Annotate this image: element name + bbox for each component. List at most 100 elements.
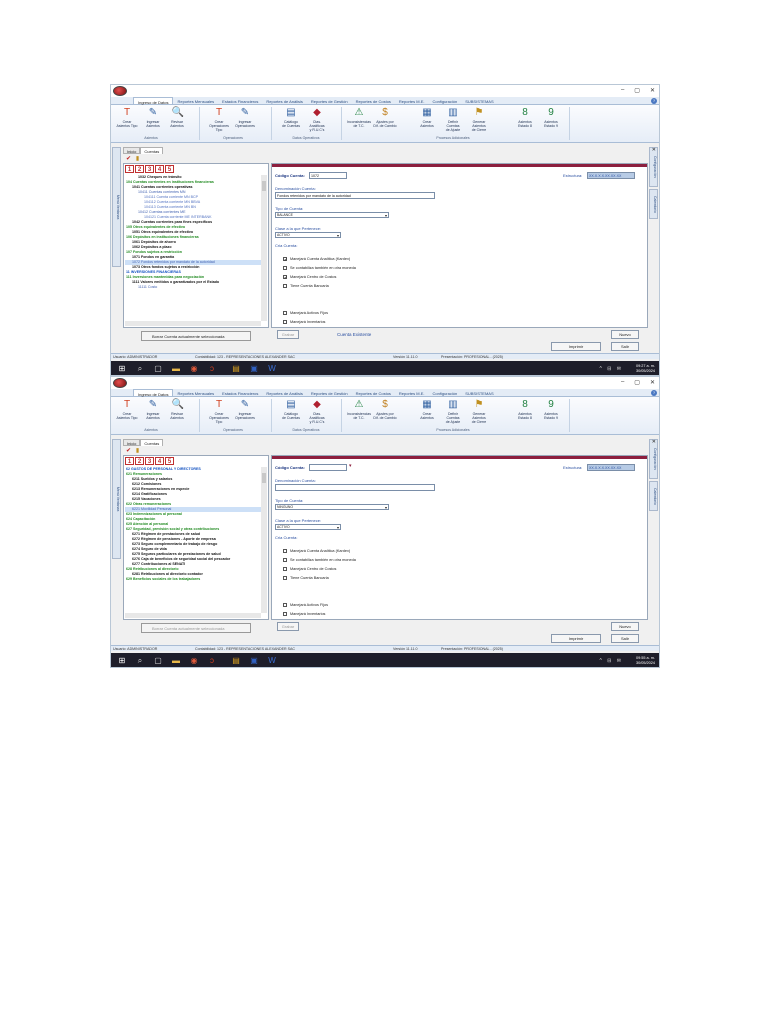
level-tab[interactable]: 1 — [125, 457, 134, 465]
option-checkbox[interactable]: Manejará Activos Fijos — [283, 603, 328, 607]
ribbon-button[interactable]: $ Ajustes por Dif. de Cambio — [373, 107, 397, 128]
dropdown-arrow-icon[interactable]: ▾ — [349, 463, 352, 469]
doc-tab[interactable]: Cuentas — [140, 439, 164, 446]
scroll-thumb[interactable] — [262, 181, 266, 191]
ribbon-button[interactable]: ⚠ Inconsistencias de T.C. — [347, 399, 371, 420]
print-button[interactable]: Imprimir — [551, 634, 601, 643]
ribbon-button[interactable]: ⚑ Generar Asientos de Cierre — [467, 107, 491, 132]
help-icon[interactable]: ? — [651, 98, 657, 104]
level-tab[interactable]: 5 — [165, 457, 174, 465]
menu-tab[interactable]: Reportes Mensuales — [173, 389, 218, 396]
tree-hscrollbar[interactable] — [125, 321, 261, 326]
ribbon-button[interactable]: ▤ Catálogo de Cuentas — [279, 399, 303, 420]
check-icon[interactable]: ✔ — [125, 156, 132, 163]
side-panel-calendar[interactable]: Calendario — [649, 189, 658, 219]
menu-tab[interactable]: Ingreso de Datos — [133, 389, 174, 397]
scroll-thumb[interactable] — [262, 473, 266, 483]
ribbon-button[interactable]: T Crear Asientos Tipo — [115, 107, 139, 128]
chrome-icon[interactable]: ◉ — [189, 364, 199, 374]
exit-button[interactable]: Salir — [611, 342, 639, 351]
side-panel-menu[interactable]: Menú Ventanas — [112, 439, 121, 559]
app-taskbar-icon[interactable]: ↄ — [207, 656, 217, 666]
account-class-select[interactable]: ACTIVO — [275, 524, 341, 530]
doc-tab[interactable]: Cuentas — [140, 147, 164, 154]
ribbon-button[interactable]: ✎ Ingresar Operaciones — [233, 399, 257, 420]
ribbon-button[interactable]: ✎ Ingresar Operaciones — [233, 107, 257, 128]
checkbox-box[interactable]: ✔ — [283, 257, 287, 262]
ribbon-button[interactable]: 8 Asientos Estado 8 — [513, 399, 537, 420]
side-panel-menu[interactable]: Menú Ventanas — [112, 147, 121, 267]
file-explorer-icon[interactable]: ▬ — [171, 364, 181, 374]
close-doc-icon[interactable]: ✕ — [652, 147, 656, 153]
option-checkbox[interactable]: Se contabiliza también en otra moneda — [283, 558, 356, 562]
minimize-button[interactable]: – — [621, 379, 624, 386]
level-tab[interactable]: 3 — [145, 165, 154, 173]
help-icon[interactable]: ? — [651, 390, 657, 396]
level-tab[interactable]: 4 — [155, 457, 164, 465]
ribbon-button[interactable]: ▤ Catálogo de Cuentas — [279, 107, 303, 128]
account-name-input[interactable] — [275, 484, 435, 491]
print-button[interactable]: Imprimir — [551, 342, 601, 351]
checkbox-box[interactable] — [283, 567, 287, 571]
tree-item[interactable]: 11111 Costo — [125, 285, 261, 290]
side-panel-config[interactable]: Configuración — [649, 439, 658, 479]
close-doc-icon[interactable]: ✕ — [652, 439, 656, 445]
ribbon-button[interactable]: T Crear Operaciones Tipo — [207, 399, 231, 424]
maximize-button[interactable]: ▢ — [634, 379, 640, 386]
delete-account-button[interactable]: Borrar Cuenta actualmente seleccionada — [141, 331, 251, 341]
close-button[interactable]: ✕ — [650, 379, 655, 386]
ribbon-button[interactable]: ⚑ Generar Asientos de Cierre — [467, 399, 491, 424]
account-class-select[interactable]: ACTIVO — [275, 232, 341, 238]
start-icon[interactable]: ⊞ — [117, 656, 127, 666]
checkbox-box[interactable] — [283, 320, 287, 324]
ribbon-button[interactable]: T Crear Asientos Tipo — [115, 399, 139, 420]
tree-scrollbar[interactable] — [261, 175, 267, 321]
level-tab[interactable]: 4 — [155, 165, 164, 173]
level-tab[interactable]: 2 — [135, 457, 144, 465]
word-icon[interactable]: W — [267, 364, 277, 374]
search-icon[interactable]: ⌕ — [135, 364, 145, 374]
menu-tab[interactable]: Reportes de Gestión — [307, 97, 352, 104]
tree-item[interactable]: 629 Beneficios sociales de los trabajado… — [125, 577, 261, 582]
checkbox-box[interactable] — [283, 311, 287, 315]
ribbon-button[interactable]: ▦ Crear Asientos — [415, 399, 439, 420]
checkbox-box[interactable]: ✔ — [283, 275, 287, 280]
ribbon-button[interactable]: ✎ Ingresar Asientos — [141, 399, 165, 420]
ribbon-button[interactable]: 🔍 Revisar Asientos — [165, 107, 189, 128]
system-tray-icons[interactable]: ^ ⊟ ✉ — [599, 658, 623, 664]
doc-tab[interactable]: Inicio — [123, 147, 141, 154]
system-tray-icons[interactable]: ^ ⊟ ✉ — [599, 366, 623, 372]
menu-tab[interactable]: Reportes Mensuales — [173, 97, 218, 104]
app2-taskbar-icon[interactable]: ▣ — [249, 656, 259, 666]
excel-icon[interactable]: ▤ — [231, 364, 241, 374]
ribbon-button[interactable]: T Crear Operaciones Tipo — [207, 107, 231, 132]
level-tab[interactable]: 1 — [125, 165, 134, 173]
ribbon-button[interactable]: 9 Asientos Estado 9 — [539, 399, 563, 420]
level-tab[interactable]: 2 — [135, 165, 144, 173]
excel-icon[interactable]: ▤ — [231, 656, 241, 666]
tree-hscrollbar[interactable] — [125, 613, 261, 618]
option-checkbox[interactable]: ✔ Manejará Cuenta Analítica (Kardex) — [283, 257, 350, 262]
delete-account-button[interactable]: Borrar Cuenta actualmente seleccionada — [141, 623, 251, 633]
word-icon[interactable]: W — [267, 656, 277, 666]
menu-tab[interactable]: Reportes de Costos — [352, 389, 395, 396]
account-name-input[interactable]: Fondos retenidos por mandato de la autor… — [275, 192, 435, 199]
checkbox-box[interactable] — [283, 284, 287, 288]
tree-scrollbar[interactable] — [261, 467, 267, 613]
side-panel-config[interactable]: Configuración — [649, 147, 658, 187]
menu-tab[interactable]: Reportes M.E. — [395, 97, 429, 104]
document-icon[interactable]: ▮ — [134, 448, 141, 455]
level-tab[interactable]: 5 — [165, 165, 174, 173]
option-checkbox[interactable]: Manejará Centro de Costos — [283, 567, 336, 571]
ribbon-button[interactable]: $ Ajustes por Dif. de Cambio — [373, 399, 397, 420]
ribbon-button[interactable]: 🔍 Revisar Asientos — [165, 399, 189, 420]
menu-tab[interactable]: Estados Financieros — [218, 389, 262, 396]
minimize-button[interactable]: – — [621, 87, 624, 94]
checkbox-box[interactable] — [283, 576, 287, 580]
ribbon-button[interactable]: 8 Asientos Estado 8 — [513, 107, 537, 128]
menu-tab[interactable]: Reportes de Análisis — [262, 389, 306, 396]
app2-taskbar-icon[interactable]: ▣ — [249, 364, 259, 374]
menu-tab[interactable]: Reportes M.E. — [395, 389, 429, 396]
menu-tab[interactable]: SUBSISTEMAS — [461, 389, 497, 396]
checkbox-box[interactable] — [283, 558, 287, 562]
